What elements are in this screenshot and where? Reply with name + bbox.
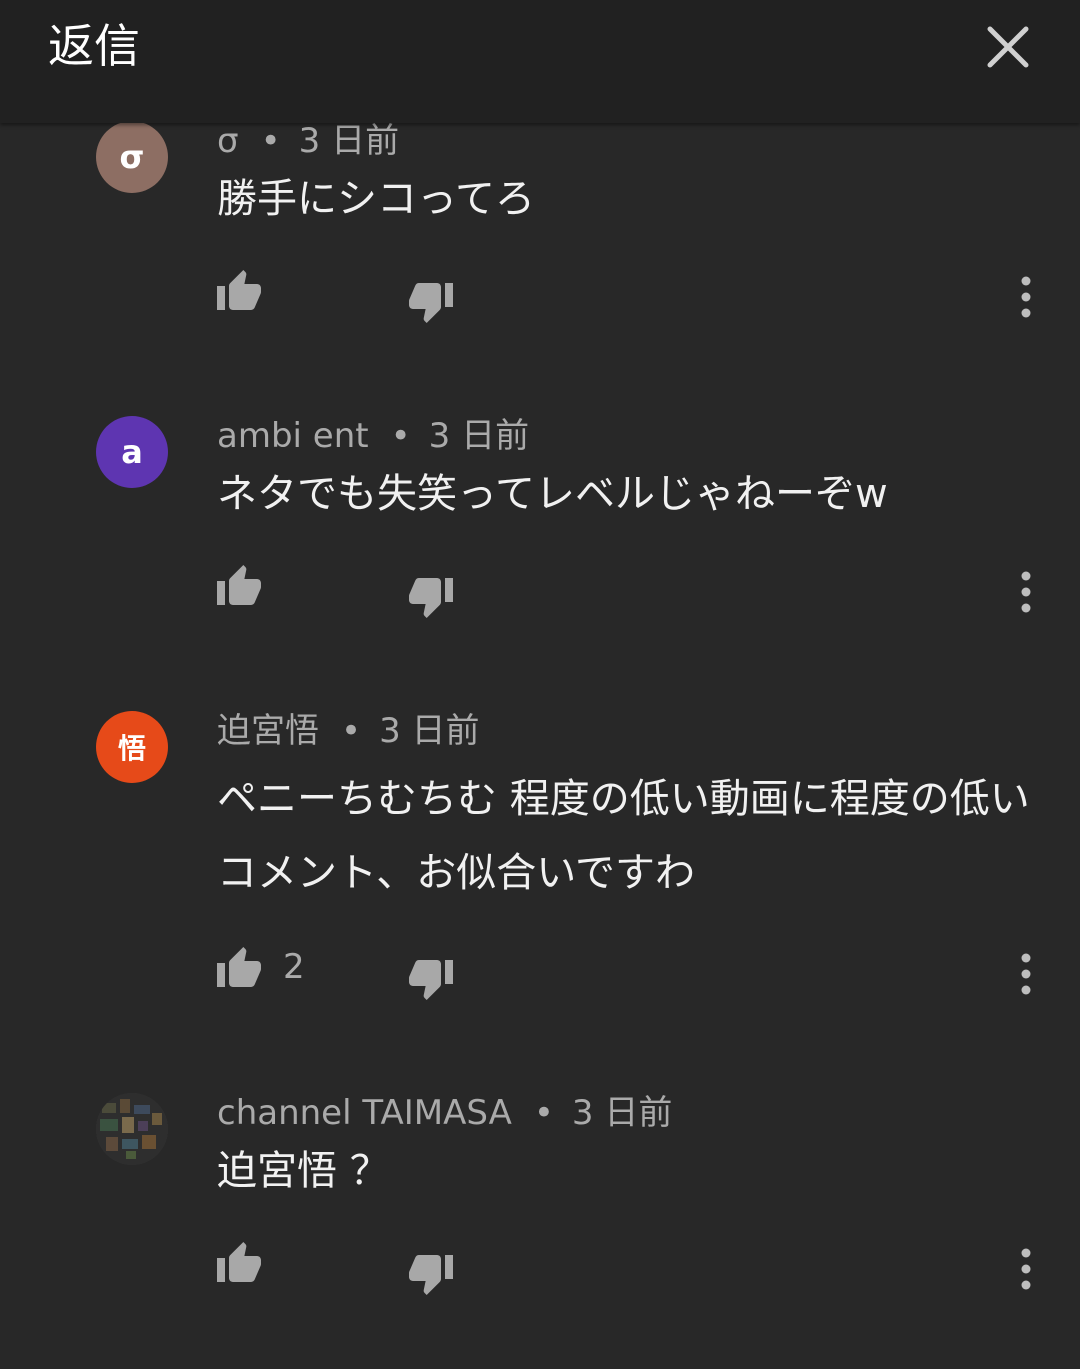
- meta-separator: •: [260, 121, 281, 161]
- comment-meta: ambi ent • 3 日前: [217, 414, 529, 458]
- more-options-button[interactable]: [1005, 953, 1047, 995]
- meta-separator: •: [533, 1093, 554, 1133]
- more-options-button[interactable]: [1005, 276, 1047, 318]
- dislike-button[interactable]: [407, 1253, 455, 1297]
- comment-text: ネタでも失笑ってレベルじゃねーぞw: [217, 471, 888, 517]
- meta-separator: •: [390, 416, 411, 456]
- thumb-up-icon: [217, 947, 261, 987]
- comment-author[interactable]: channel TAIMASA: [217, 1093, 512, 1133]
- replies-panel: 返信 σ σ • 3 日前 勝手にシコってろ a ambi ent • 3 日前…: [0, 0, 1080, 1369]
- dislike-button[interactable]: [407, 576, 455, 620]
- more-vert-icon: [1021, 571, 1031, 613]
- thumb-down-icon: [409, 1255, 453, 1295]
- avatar-letter: a: [121, 433, 143, 471]
- like-button[interactable]: [215, 563, 283, 607]
- header-title: 返信: [48, 19, 140, 73]
- comment-meta: channel TAIMASA • 3 日前: [217, 1091, 672, 1135]
- more-options-button[interactable]: [1005, 1248, 1047, 1290]
- avatar[interactable]: [96, 1093, 168, 1165]
- thumb-up-icon: [217, 270, 261, 310]
- more-vert-icon: [1021, 1248, 1031, 1290]
- thumb-down-icon: [409, 283, 453, 323]
- comment-time[interactable]: 3 日前: [429, 416, 529, 456]
- avatar-letter: σ: [119, 138, 145, 176]
- meta-separator: •: [341, 711, 362, 751]
- dislike-button[interactable]: [407, 958, 455, 1002]
- comment-meta: 迫宮悟 • 3 日前: [217, 709, 480, 753]
- comment-author[interactable]: σ: [217, 121, 239, 161]
- like-button[interactable]: [215, 268, 283, 312]
- more-vert-icon: [1021, 953, 1031, 995]
- like-count: 2: [283, 947, 305, 987]
- more-vert-icon: [1021, 276, 1031, 318]
- avatar[interactable]: 悟: [96, 711, 168, 783]
- like-button[interactable]: [215, 1240, 283, 1284]
- thumb-up-icon: [217, 565, 261, 605]
- close-button[interactable]: [978, 17, 1038, 77]
- thumb-down-icon: [409, 578, 453, 618]
- avatar[interactable]: a: [96, 416, 168, 488]
- close-icon: [987, 26, 1029, 68]
- dislike-button[interactable]: [407, 281, 455, 325]
- comment-time[interactable]: 3 日前: [299, 121, 399, 161]
- comment-time[interactable]: 3 日前: [379, 711, 479, 751]
- comment-text: ペニーちむちむ 程度の低い動画に程度の低いコメント、お似合いですわ: [217, 776, 1030, 896]
- thumb-down-icon: [409, 960, 453, 1000]
- thumb-up-icon: [217, 1242, 261, 1282]
- comment-author[interactable]: 迫宮悟: [217, 711, 319, 751]
- comment-text: 勝手にシコってろ: [217, 176, 535, 222]
- comment-author[interactable]: ambi ent: [217, 416, 369, 456]
- like-button[interactable]: 2: [215, 945, 305, 989]
- avatar[interactable]: σ: [96, 121, 168, 193]
- avatar-image: [96, 1093, 168, 1165]
- comment-meta: σ • 3 日前: [217, 119, 399, 163]
- more-options-button[interactable]: [1005, 571, 1047, 613]
- comment-time[interactable]: 3 日前: [572, 1093, 672, 1133]
- comment-text: 迫宮悟 ？: [217, 1148, 390, 1194]
- replies-header: 返信: [0, 0, 1080, 123]
- avatar-letter: 悟: [117, 732, 146, 765]
